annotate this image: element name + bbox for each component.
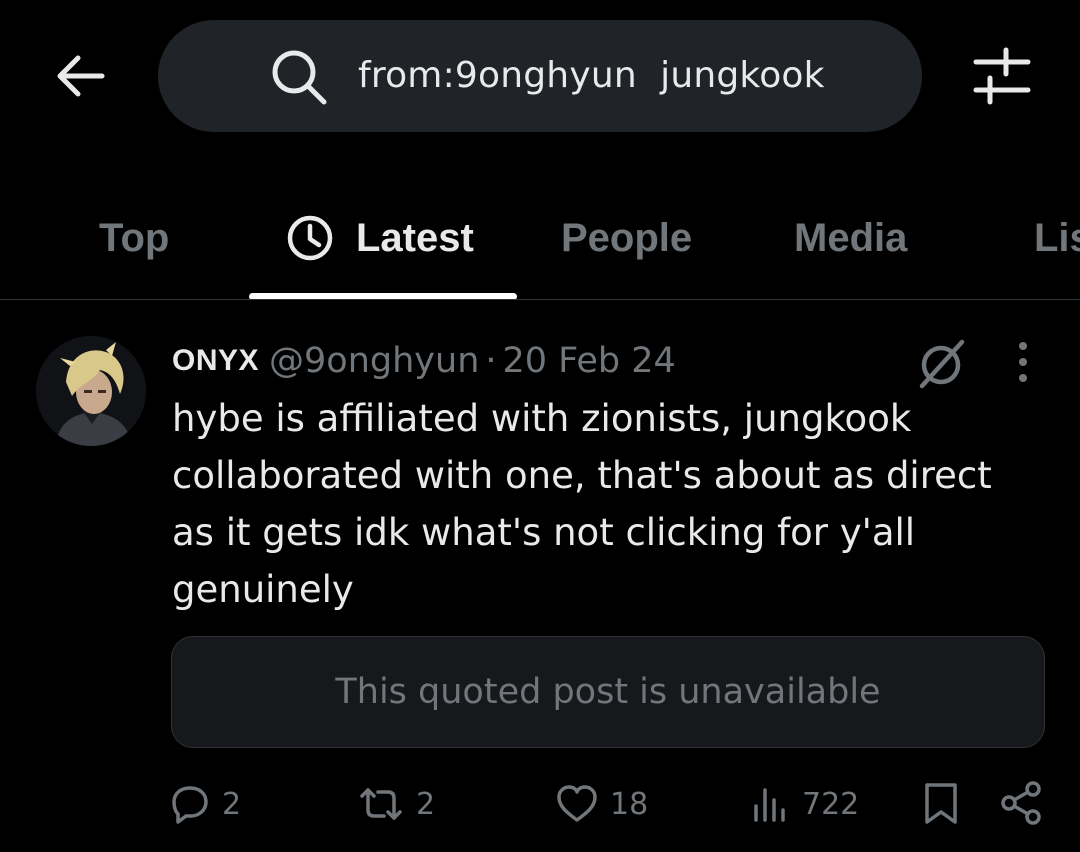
post-date[interactable]: 20 Feb 24 — [503, 341, 676, 381]
tab-label: People — [561, 215, 693, 260]
views-count: 722 — [802, 786, 860, 822]
quoted-post-card: This quoted post is unavailable — [171, 636, 1045, 748]
author-handle[interactable]: @9onghyun — [269, 341, 479, 381]
avatar-image — [36, 336, 146, 446]
search-query-text: from:9onghyun jungkook — [358, 55, 825, 96]
like-count: 18 — [610, 786, 649, 822]
post-header: ONYX @9onghyun · 20 Feb 24 — [172, 334, 676, 388]
tab-label: Lists — [1034, 215, 1080, 260]
clock-icon — [287, 215, 333, 261]
repost-button[interactable]: 2 — [358, 778, 435, 830]
views-chart-icon — [754, 788, 785, 822]
views-button[interactable]: 722 — [750, 778, 859, 830]
sliders-icon[interactable] — [970, 46, 1034, 106]
tab-latest[interactable]: Latest — [286, 180, 474, 296]
quoted-post-unavailable-text: This quoted post is unavailable — [335, 672, 881, 712]
reply-button[interactable]: 2 — [170, 778, 241, 830]
tab-label: Media — [794, 215, 908, 260]
grok-icon[interactable] — [914, 336, 968, 390]
avatar[interactable] — [36, 336, 146, 446]
search-results-screen: from:9onghyun jungkook Top Latest People… — [0, 0, 1080, 852]
author-name[interactable]: ONYX — [172, 344, 259, 378]
tab-lists[interactable]: Lists — [1034, 180, 1080, 296]
tabs-divider — [0, 299, 1080, 300]
tab-label: Latest — [356, 215, 474, 260]
bookmark-icon[interactable] — [918, 780, 964, 826]
search-input[interactable]: from:9onghyun jungkook — [158, 20, 922, 132]
tab-label: Top — [99, 215, 170, 260]
like-button[interactable]: 18 — [556, 778, 648, 830]
arrow-left-icon — [57, 55, 105, 97]
repost-count: 2 — [416, 786, 436, 822]
heart-icon — [557, 785, 597, 822]
tab-top[interactable]: Top — [99, 180, 169, 296]
reply-count: 2 — [222, 786, 242, 822]
repost-icon — [360, 788, 402, 820]
tab-people[interactable]: People — [561, 180, 692, 296]
more-options-icon[interactable] — [1008, 338, 1038, 386]
back-button[interactable] — [52, 52, 108, 100]
post-text: hybe is affiliated with zionists, jungko… — [172, 397, 992, 611]
tab-media[interactable]: Media — [794, 180, 907, 296]
search-icon — [272, 50, 327, 105]
separator-dot: · — [485, 341, 497, 381]
reply-icon — [172, 786, 208, 824]
share-icon[interactable] — [998, 780, 1044, 826]
search-tabs: Top Latest People Media Lists — [0, 180, 1080, 300]
